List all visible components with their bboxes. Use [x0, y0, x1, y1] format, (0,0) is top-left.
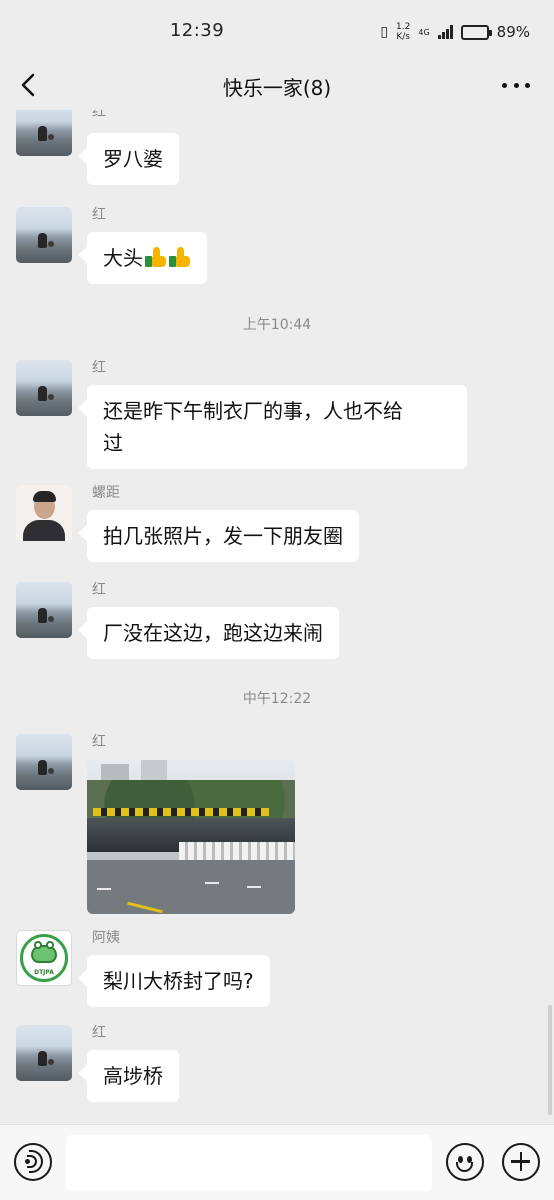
more-icon[interactable]	[502, 74, 530, 96]
message-bubble[interactable]: 大头	[87, 232, 207, 284]
emoji-icon[interactable]	[446, 1143, 484, 1181]
battery-percent: 89%	[496, 23, 530, 41]
chat-list[interactable]: 红 罗八婆 红 大头 上午10:44 红 还是昨下午制衣厂的事，人也不给 过 螺…	[0, 110, 554, 1124]
message-bubble[interactable]: 还是昨下午制衣厂的事，人也不给 过	[87, 385, 467, 469]
status-indicators: ▯ 1.2 K/s 4G 89%	[380, 20, 530, 44]
message-text: 拍几张照片，发一下朋友圈	[103, 524, 343, 548]
sender-name: 红	[92, 1025, 106, 1041]
avatar[interactable]	[16, 485, 72, 541]
plus-icon[interactable]	[502, 1143, 540, 1181]
signal-icon	[437, 25, 453, 39]
message-bubble[interactable]: 拍几张照片，发一下朋友圈	[87, 510, 359, 562]
message-text: 厂没在这边，跑这边来闹	[103, 621, 323, 645]
message-text: 梨川大桥封了吗?	[103, 969, 254, 993]
chat-title: 快乐一家(8)	[222, 76, 332, 100]
thumbs-up-icon	[169, 247, 191, 267]
scrollbar[interactable]	[548, 1005, 552, 1115]
avatar[interactable]: DTJPA	[16, 930, 72, 986]
input-bar	[0, 1124, 554, 1200]
time-divider: 上午10:44	[242, 317, 312, 333]
sender-name: 红	[92, 582, 106, 598]
message-text: 罗八婆	[103, 147, 163, 171]
sender-name: 螺距	[92, 485, 120, 501]
message-text: 高埗桥	[103, 1064, 163, 1088]
status-time: 12:39	[169, 20, 225, 41]
nav-bar: 快乐一家(8)	[0, 62, 554, 110]
vibrate-icon: ▯	[380, 24, 389, 40]
message-bubble[interactable]: 梨川大桥封了吗?	[87, 955, 270, 1007]
network-type: 4G	[418, 27, 430, 37]
image-message[interactable]	[87, 760, 295, 914]
message-input[interactable]	[66, 1135, 432, 1191]
avatar[interactable]	[16, 360, 72, 416]
battery-icon	[460, 24, 492, 40]
voice-icon[interactable]	[14, 1143, 52, 1181]
message-text-line: 过	[103, 431, 123, 455]
avatar-logo-text: DTJPA	[34, 969, 54, 976]
sender-name: 阿姨	[92, 930, 120, 946]
avatar[interactable]	[16, 582, 72, 638]
net-speed: 1.2 K/s	[396, 22, 411, 42]
message-bubble[interactable]: 罗八婆	[87, 133, 179, 185]
avatar[interactable]	[16, 207, 72, 263]
avatar[interactable]	[16, 110, 72, 156]
message-text: 大头	[103, 246, 143, 270]
message-text-line: 还是昨下午制衣厂的事，人也不给	[103, 399, 403, 423]
avatar[interactable]	[16, 734, 72, 790]
message-bubble[interactable]: 厂没在这边，跑这边来闹	[87, 607, 339, 659]
thumbs-up-icon	[145, 247, 167, 267]
sender-name: 红	[92, 734, 106, 750]
status-bar: 12:39 ▯ 1.2 K/s 4G 89%	[0, 0, 554, 62]
sender-name: 红	[92, 360, 106, 376]
sender-name: 红	[92, 110, 106, 120]
message-bubble[interactable]: 高埗桥	[87, 1050, 179, 1102]
avatar[interactable]	[16, 1025, 72, 1081]
sender-name: 红	[92, 207, 106, 223]
time-divider: 中午12:22	[242, 691, 312, 707]
